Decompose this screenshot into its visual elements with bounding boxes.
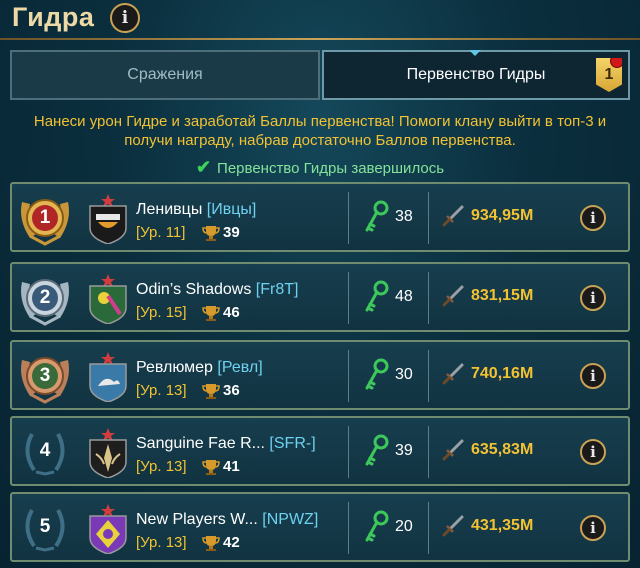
trophy-icon [202, 226, 220, 241]
rank-number: 2 [39, 287, 51, 308]
clan-row[interactable]: 1 Ленивцы [Ивцы] [Ур. 11] 39 38 934,95M … [10, 182, 630, 252]
clan-emblem-icon [89, 352, 127, 402]
column-divider [428, 502, 429, 554]
clan-info-icon[interactable]: i [580, 285, 606, 311]
clan-row[interactable]: 5 New Players W... [NPWZ] [Ур. 13] 42 20… [10, 492, 630, 562]
column-divider [428, 192, 429, 244]
damage-value: 740,16M [471, 365, 534, 382]
tab-battles[interactable]: Сражения [10, 50, 320, 100]
tab-battles-label: Сражения [127, 66, 203, 83]
clan-level: [Ур. 11] [136, 224, 186, 241]
tab-bar: Сражения Первенство Гидры 1 [10, 50, 630, 100]
keys-used: 38 [395, 208, 413, 225]
key-icon [365, 200, 389, 232]
rank-number: 3 [39, 365, 51, 386]
column-divider [348, 192, 349, 244]
clan-level: [Ур. 13] [136, 382, 187, 399]
damage-value: 831,15M [471, 287, 534, 304]
clan-name[interactable]: New Players W... [NPWZ] [136, 511, 318, 529]
check-icon: ✔ [195, 157, 212, 177]
clan-level: [Ур. 13] [136, 458, 187, 475]
clan-info-icon[interactable]: i [580, 439, 606, 465]
tab-hydra-championship-label: Первенство Гидры [406, 66, 546, 83]
column-divider [428, 350, 429, 402]
status-line: ✔ Первенство Гидры завершилось [0, 157, 640, 178]
clan-info-icon[interactable]: i [580, 205, 606, 231]
clan-emblem-icon [89, 428, 127, 478]
keys-used: 20 [395, 518, 413, 535]
notification-badge: 1 [596, 58, 622, 92]
trophy-icon [202, 460, 220, 475]
clan-emblem-icon [89, 194, 127, 244]
clan-name[interactable]: Ревлюмер [Ревл] [136, 359, 263, 377]
clan-level: [Ур. 15] [136, 304, 187, 321]
clan-level: [Ур. 13] [136, 534, 187, 551]
trophy-icon [202, 306, 220, 321]
clan-tag: [SFR-] [269, 435, 316, 452]
tab-hydra-championship[interactable]: Первенство Гидры 1 [322, 50, 630, 100]
notification-dot [610, 58, 622, 68]
keys-used: 39 [395, 442, 413, 459]
trophy-icon [202, 536, 220, 551]
status-text: Первенство Гидры завершилось [217, 160, 445, 177]
rank-number: 1 [39, 207, 51, 228]
sword-icon [442, 439, 464, 461]
badge-count: 1 [604, 66, 614, 83]
trophy-icon [202, 384, 220, 399]
keys-used: 30 [395, 366, 413, 383]
column-divider [428, 272, 429, 324]
info-icon[interactable]: i [110, 3, 140, 33]
rank-number: 5 [39, 516, 51, 537]
sword-icon [442, 515, 464, 537]
clan-name[interactable]: Odin’s Shadows [Fr8T] [136, 281, 298, 299]
clan-row[interactable]: 4 Sanguine Fae R... [SFR-] [Ур. 13] 41 3… [10, 416, 630, 486]
column-divider [348, 350, 349, 402]
sword-icon [442, 363, 464, 385]
clan-row[interactable]: 2 Odin’s Shadows [Fr8T] [Ур. 15] 46 48 8… [10, 262, 630, 332]
trophy-count: 42 [223, 534, 240, 551]
header-divider [0, 38, 640, 40]
key-icon [365, 510, 389, 542]
column-divider [348, 272, 349, 324]
clan-tag: [Ивцы] [206, 201, 257, 218]
trophy-count: 36 [223, 382, 240, 399]
damage-value: 635,83M [471, 441, 534, 458]
rank-number: 4 [39, 440, 51, 461]
trophy-count: 46 [223, 304, 240, 321]
clan-info-icon[interactable]: i [580, 515, 606, 541]
clan-tag: [NPWZ] [262, 511, 319, 528]
damage-value: 431,35M [471, 517, 534, 534]
active-tab-indicator [469, 50, 481, 56]
clan-name[interactable]: Sanguine Fae R... [SFR-] [136, 435, 316, 453]
clan-info-icon[interactable]: i [580, 363, 606, 389]
clan-emblem-icon [89, 274, 127, 324]
sword-icon [442, 285, 464, 307]
keys-used: 48 [395, 288, 413, 305]
description-text: Нанеси урон Гидре и заработай Баллы перв… [33, 113, 607, 149]
column-divider [348, 502, 349, 554]
key-icon [365, 358, 389, 390]
clan-tag: [Ревл] [217, 359, 263, 376]
page-title: Гидра [12, 2, 95, 32]
clan-name[interactable]: Ленивцы [Ивцы] [136, 201, 256, 219]
clan-row[interactable]: 3 Ревлюмер [Ревл] [Ур. 13] 36 30 740,16M… [10, 340, 630, 410]
damage-value: 934,95M [471, 207, 534, 224]
key-icon [365, 280, 389, 312]
key-icon [365, 434, 389, 466]
clan-emblem-icon [89, 504, 127, 554]
header: Гидра i [0, 0, 640, 38]
sword-icon [442, 205, 464, 227]
trophy-count: 41 [223, 458, 240, 475]
trophy-count: 39 [223, 224, 240, 241]
clan-tag: [Fr8T] [255, 281, 299, 298]
column-divider [348, 426, 349, 478]
column-divider [428, 426, 429, 478]
